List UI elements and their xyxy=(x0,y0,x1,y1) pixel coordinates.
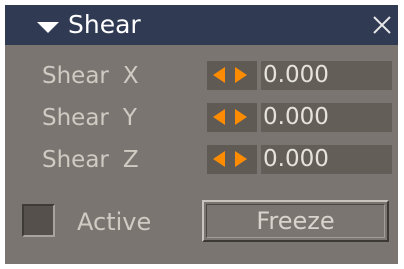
shear-x-label: Shear X xyxy=(42,62,139,90)
shear-y-spinner[interactable] xyxy=(207,103,257,132)
shear-z-axis: Z xyxy=(122,147,139,173)
active-checkbox[interactable] xyxy=(22,204,55,237)
decrement-arrow-icon[interactable] xyxy=(213,67,225,83)
shear-z-label: Shear Z xyxy=(42,146,139,174)
shear-x-axis: X xyxy=(122,63,139,89)
panel-title: Shear xyxy=(68,10,141,39)
decrement-arrow-icon[interactable] xyxy=(213,151,225,167)
increment-arrow-icon[interactable] xyxy=(235,109,247,125)
increment-arrow-icon[interactable] xyxy=(235,67,247,83)
shear-y-label: Shear Y xyxy=(42,104,137,132)
shear-z-spinner[interactable] xyxy=(207,145,257,174)
decrement-arrow-icon[interactable] xyxy=(213,109,225,125)
shear-y-value-field[interactable]: 0.000 xyxy=(261,103,392,132)
active-label: Active xyxy=(77,208,152,236)
collapse-triangle-icon[interactable] xyxy=(37,22,59,33)
shear-x-value-field[interactable]: 0.000 xyxy=(261,61,392,90)
close-icon[interactable] xyxy=(370,13,394,37)
shear-panel: Shear Shear X 0.000 Shear Y 0.000 Shear Z 0… xyxy=(5,5,398,264)
panel-title-bar: Shear xyxy=(5,5,398,45)
shear-z-label-text: Shear xyxy=(42,147,109,173)
shear-y-label-text: Shear xyxy=(42,105,109,131)
shear-y-axis: Y xyxy=(122,105,137,131)
shear-z-value-field[interactable]: 0.000 xyxy=(261,145,392,174)
shear-x-label-text: Shear xyxy=(42,63,109,89)
freeze-button[interactable]: Freeze xyxy=(202,200,389,242)
increment-arrow-icon[interactable] xyxy=(235,151,247,167)
shear-x-spinner[interactable] xyxy=(207,61,257,90)
